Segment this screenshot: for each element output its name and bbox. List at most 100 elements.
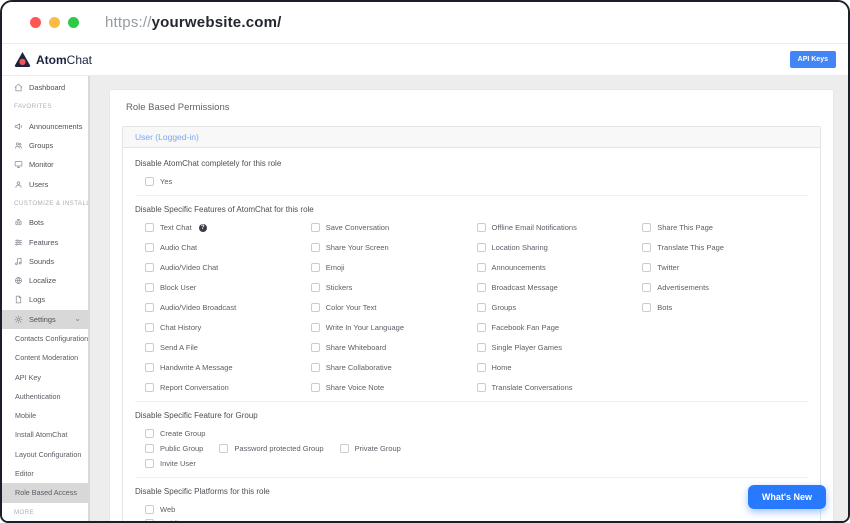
checkbox-option-chat-history[interactable]: Chat History (145, 323, 311, 332)
checkbox[interactable] (145, 303, 154, 312)
checkbox-option-bots[interactable]: Bots (642, 303, 808, 312)
checkbox[interactable] (642, 243, 651, 252)
checkbox-option-create-group[interactable]: Create Group (145, 429, 205, 438)
checkbox-option-share-your-screen[interactable]: Share Your Screen (311, 243, 477, 252)
checkbox-option-send-a-file[interactable]: Send A File (145, 343, 311, 352)
sidebar-item-settings[interactable]: Settings⌄ (2, 310, 88, 329)
checkbox[interactable] (145, 263, 154, 272)
checkbox[interactable] (642, 263, 651, 272)
checkbox-option-private-group[interactable]: Private Group (340, 444, 401, 453)
sidebar-item-layout-configuration[interactable]: Layout Configuration (2, 445, 88, 464)
checkbox[interactable] (311, 243, 320, 252)
checkbox-option-handwrite-a-message[interactable]: Handwrite A Message (145, 363, 311, 372)
checkbox-option-web[interactable]: Web (145, 505, 808, 514)
checkbox-option-mobile[interactable]: Mobile (145, 519, 808, 521)
sidebar-item-dashboard[interactable]: Dashboard (2, 78, 88, 97)
checkbox[interactable] (219, 444, 228, 453)
checkbox[interactable] (642, 223, 651, 232)
checkbox-option-share-whiteboard[interactable]: Share Whiteboard (311, 343, 477, 352)
checkbox-option-audio-video-broadcast[interactable]: Audio/Video Broadcast (145, 303, 311, 312)
atomchat-logo[interactable]: AtomChat (14, 52, 92, 67)
checkbox-option-invite-user[interactable]: Invite User (145, 459, 196, 468)
checkbox[interactable] (477, 323, 486, 332)
checkbox[interactable] (311, 383, 320, 392)
checkbox[interactable] (145, 283, 154, 292)
checkbox-option-broadcast-message[interactable]: Broadcast Message (477, 283, 643, 292)
checkbox[interactable] (477, 223, 486, 232)
checkbox[interactable] (145, 343, 154, 352)
checkbox[interactable] (145, 383, 154, 392)
checkbox[interactable] (145, 429, 154, 438)
checkbox-option-announcements[interactable]: Announcements (477, 263, 643, 272)
checkbox[interactable] (340, 444, 349, 453)
checkbox[interactable] (145, 223, 154, 232)
checkbox-option-twitter[interactable]: Twitter (642, 263, 808, 272)
checkbox-option-report-conversation[interactable]: Report Conversation (145, 383, 311, 392)
checkbox[interactable] (311, 323, 320, 332)
sidebar-item-sounds[interactable]: Sounds (2, 252, 88, 271)
checkbox-option-translate-conversations[interactable]: Translate Conversations (477, 383, 643, 392)
checkbox[interactable] (145, 505, 154, 514)
checkbox-option-save-conversation[interactable]: Save Conversation (311, 223, 477, 232)
checkbox-option-audio-chat[interactable]: Audio Chat (145, 243, 311, 252)
checkbox[interactable] (477, 283, 486, 292)
sidebar-item-editor[interactable]: Editor (2, 464, 88, 483)
checkbox[interactable] (311, 223, 320, 232)
sidebar-item-localize[interactable]: Localize (2, 271, 88, 290)
sidebar-item-monitor[interactable]: Monitor (2, 155, 88, 174)
checkbox[interactable] (477, 303, 486, 312)
checkbox-option-share-this-page[interactable]: Share This Page (642, 223, 808, 232)
sidebar-item-role-based-access[interactable]: Role Based Access (2, 483, 88, 502)
checkbox-option-stickers[interactable]: Stickers (311, 283, 477, 292)
checkbox-option-public-group[interactable]: Public Group (145, 444, 203, 453)
sidebar-item-mobile[interactable]: Mobile (2, 406, 88, 425)
checkbox-option-color-your-text[interactable]: Color Your Text (311, 303, 477, 312)
checkbox-option-text-chat[interactable]: Text Chat? (145, 223, 311, 232)
fullscreen-icon[interactable] (68, 17, 79, 28)
checkbox[interactable] (477, 263, 486, 272)
address-bar[interactable]: https://yourwebsite.com/ (105, 14, 282, 31)
checkbox[interactable] (311, 343, 320, 352)
checkbox-option-audio-video-chat[interactable]: Audio/Video Chat (145, 263, 311, 272)
minimize-icon[interactable] (49, 17, 60, 28)
whats-new-button[interactable]: What's New (748, 485, 826, 509)
sidebar-item-api-key[interactable]: API Key (2, 367, 88, 386)
checkbox[interactable] (642, 283, 651, 292)
sidebar-item-logs[interactable]: Logs (2, 290, 88, 309)
close-icon[interactable] (30, 17, 41, 28)
checkbox[interactable] (145, 177, 154, 186)
sidebar-item-install-atomchat[interactable]: Install AtomChat (2, 425, 88, 444)
checkbox[interactable] (145, 459, 154, 468)
api-keys-button[interactable]: API Keys (790, 51, 836, 68)
checkbox-option-groups[interactable]: Groups (477, 303, 643, 312)
checkbox[interactable] (311, 363, 320, 372)
checkbox[interactable] (477, 343, 486, 352)
sidebar-item-features[interactable]: Features (2, 232, 88, 251)
sidebar-item-authentication[interactable]: Authentication (2, 387, 88, 406)
checkbox-option-yes[interactable]: Yes (145, 177, 808, 186)
checkbox-option-write-in-your-language[interactable]: Write In Your Language (311, 323, 477, 332)
checkbox[interactable] (311, 263, 320, 272)
checkbox[interactable] (145, 444, 154, 453)
checkbox[interactable] (642, 303, 651, 312)
sidebar-item-content-moderation[interactable]: Content Moderation (2, 348, 88, 367)
checkbox-option-single-player-games[interactable]: Single Player Games (477, 343, 643, 352)
checkbox[interactable] (145, 363, 154, 372)
checkbox[interactable] (311, 303, 320, 312)
checkbox-option-emoji[interactable]: Emoji (311, 263, 477, 272)
checkbox-option-facebook-fan-page[interactable]: Facebook Fan Page (477, 323, 643, 332)
role-panel-header[interactable]: User (Logged-in) (123, 127, 820, 148)
sidebar-item-groups[interactable]: Groups (2, 136, 88, 155)
sidebar-item-bots[interactable]: Bots (2, 213, 88, 232)
checkbox-option-location-sharing[interactable]: Location Sharing (477, 243, 643, 252)
sidebar-item-contacts-configuration[interactable]: Contacts Configuration (2, 329, 88, 348)
checkbox-option-block-user[interactable]: Block User (145, 283, 311, 292)
checkbox-option-share-voice-note[interactable]: Share Voice Note (311, 383, 477, 392)
checkbox-option-translate-this-page[interactable]: Translate This Page (642, 243, 808, 252)
checkbox-option-home[interactable]: Home (477, 363, 643, 372)
checkbox[interactable] (145, 243, 154, 252)
checkbox[interactable] (477, 383, 486, 392)
checkbox-option-password-protected-group[interactable]: Password protected Group (219, 444, 323, 453)
checkbox[interactable] (477, 243, 486, 252)
checkbox[interactable] (477, 363, 486, 372)
